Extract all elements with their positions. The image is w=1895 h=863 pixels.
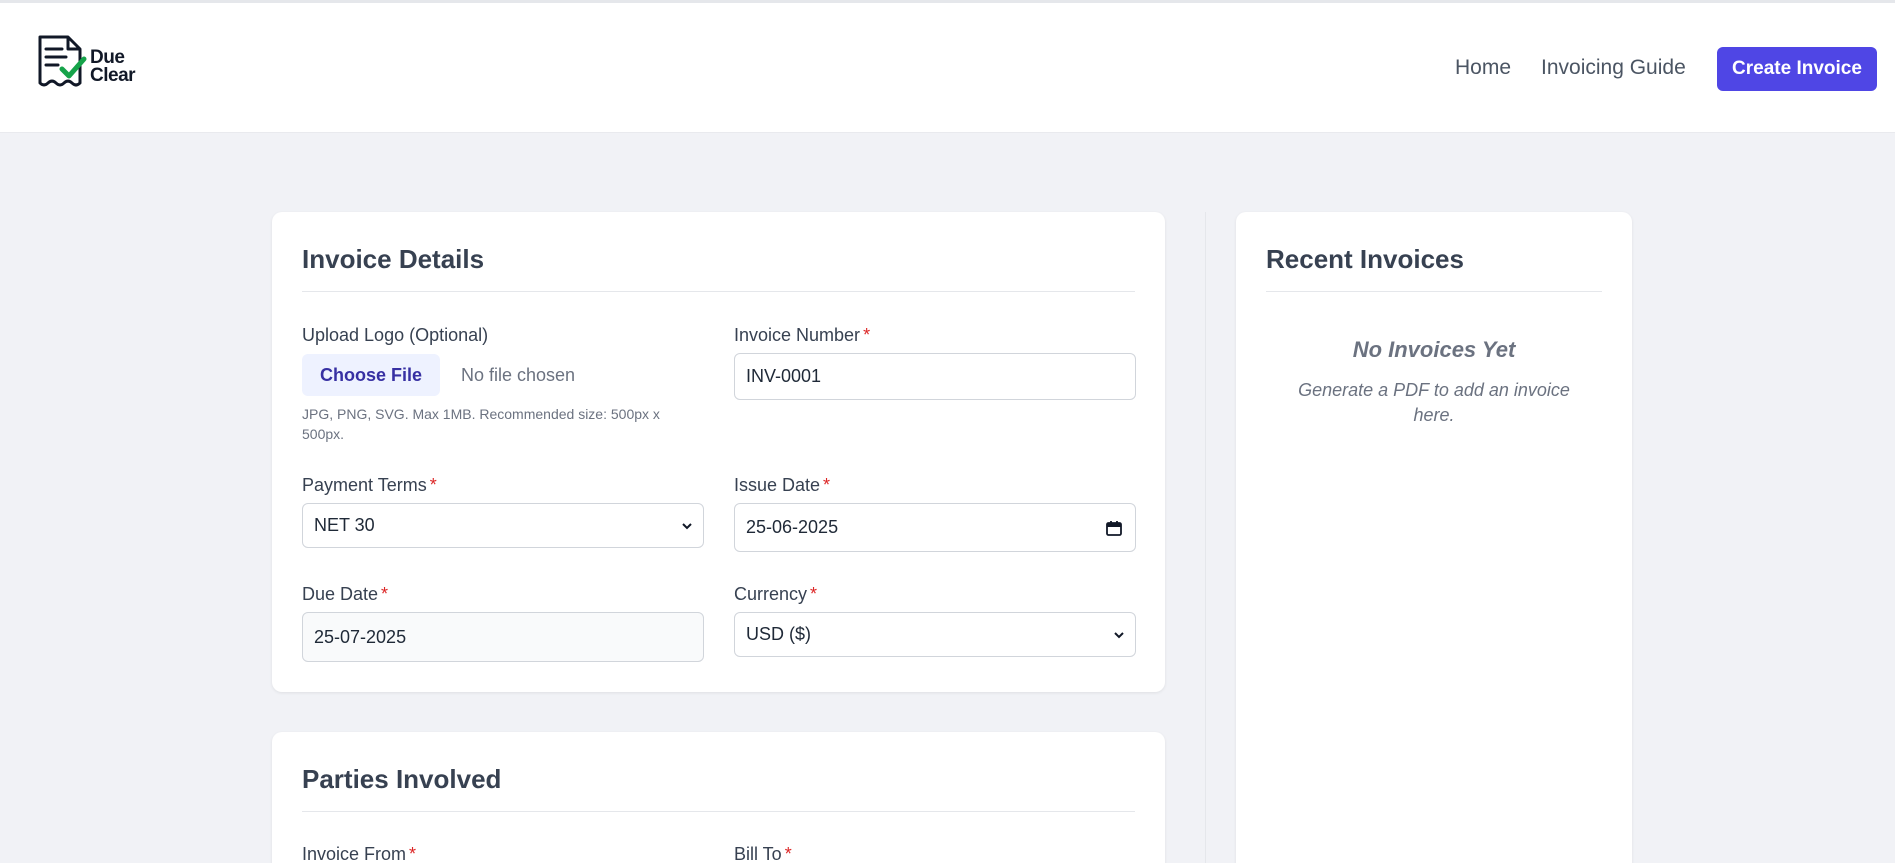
invoice-number-label-text: Invoice Number [734, 325, 861, 345]
due-date-input[interactable]: 25-07-2025 [302, 612, 704, 662]
recent-invoices-title: Recent Invoices [1266, 244, 1464, 274]
recent-invoices-card: Recent Invoices No Invoices Yet Generate… [1236, 212, 1632, 863]
due-date-label: Due Date * [302, 584, 388, 605]
file-status-text: No file chosen [461, 365, 576, 385]
nav-invoicing-guide-link[interactable]: Invoicing Guide [1541, 56, 1686, 80]
invoice-details-title: Invoice Details [302, 244, 485, 274]
payment-terms-label-text: Payment Terms [302, 475, 427, 495]
currency-label: Currency * [734, 584, 817, 605]
issue-date-label-text: Issue Date [734, 475, 821, 495]
currency-value: USD ($) [746, 624, 812, 644]
invoice-check-icon [38, 35, 87, 87]
logo-text: Due Clear [90, 48, 136, 86]
invoice-details-card: Invoice Details Upload Logo (Optional) C… [272, 212, 1165, 692]
parties-involved-title: Parties Involved [302, 764, 502, 794]
payment-terms-value: NET 30 [314, 515, 375, 535]
bill-to-label: Bill To * [734, 844, 792, 863]
required-marker: * [784, 844, 792, 863]
issue-date-value: 25-06-2025 [746, 517, 839, 537]
calendar-icon[interactable] [1105, 519, 1123, 537]
upload-logo-label: Upload Logo (Optional) [302, 325, 488, 346]
invoice-from-label: Invoice From * [302, 844, 416, 863]
due-date-label-text: Due Date [302, 584, 379, 604]
card-divider [1266, 291, 1602, 292]
nav-home-link[interactable]: Home [1455, 56, 1511, 80]
issue-date-label: Issue Date * [734, 475, 830, 496]
required-marker: * [381, 584, 389, 604]
card-divider [302, 811, 1135, 812]
site-header: Due Clear Home Invoicing Guide Create In… [0, 3, 1895, 133]
chevron-down-icon [1114, 631, 1124, 638]
logo[interactable]: Due Clear [36, 33, 146, 93]
required-marker: * [863, 325, 871, 345]
payment-terms-select[interactable]: NET 30 [302, 503, 704, 548]
column-divider [1205, 212, 1206, 863]
invoice-number-input[interactable]: INV-0001 [734, 353, 1136, 400]
card-divider [302, 291, 1135, 292]
invoice-number-label: Invoice Number * [734, 325, 870, 346]
required-marker: * [823, 475, 831, 495]
parties-involved-card: Parties Involved Invoice From * Bill To * [272, 732, 1165, 863]
issue-date-input[interactable]: 25-06-2025 [734, 503, 1136, 552]
create-invoice-button[interactable]: Create Invoice [1717, 47, 1877, 91]
currency-select[interactable]: USD ($) [734, 612, 1136, 657]
chevron-down-icon [682, 522, 692, 529]
invoice-number-value: INV-0001 [746, 366, 822, 386]
empty-state-message: Generate a PDF to add an invoice here. [1298, 380, 1570, 425]
payment-terms-label: Payment Terms * [302, 475, 437, 496]
required-marker: * [409, 844, 417, 863]
empty-state-title: No Invoices Yet [1352, 337, 1516, 362]
currency-label-text: Currency [734, 584, 808, 604]
bill-to-label-text: Bill To [734, 844, 782, 863]
logo-file-hint: JPG, PNG, SVG. Max 1MB. Recommended size… [302, 406, 660, 442]
required-marker: * [429, 475, 437, 495]
logo-line-2: Clear [90, 65, 136, 86]
required-marker: * [810, 584, 818, 604]
invoice-from-label-text: Invoice From [302, 844, 407, 863]
due-date-value: 25-07-2025 [314, 626, 407, 647]
choose-file-button[interactable]: Choose File [302, 354, 440, 396]
upload-logo-label-text: Upload Logo (Optional) [302, 325, 489, 345]
